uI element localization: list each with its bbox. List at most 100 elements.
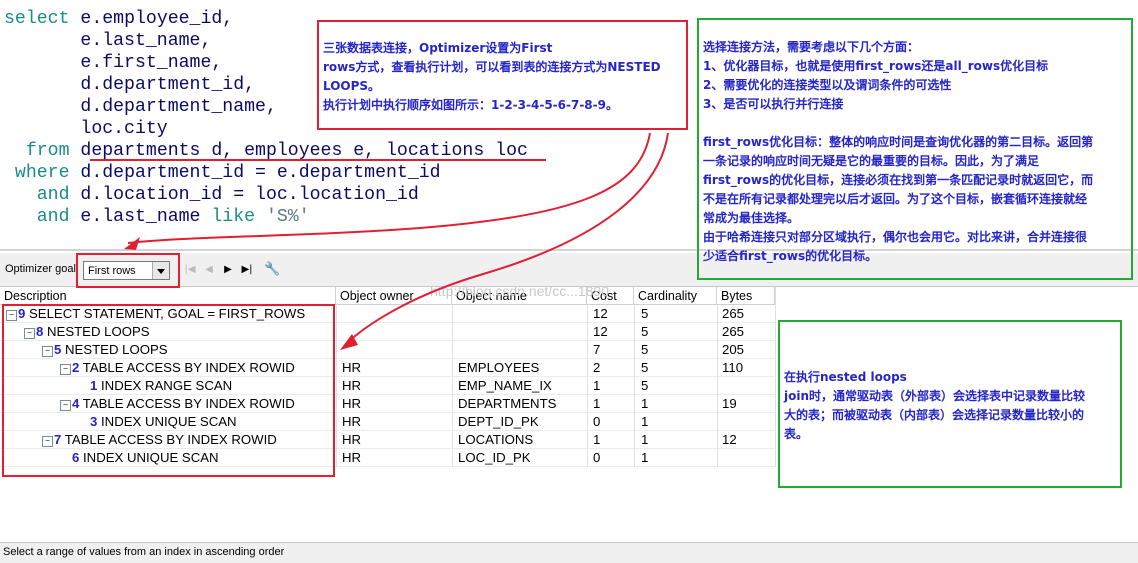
note-line: 3、是否可以执行并行连接: [703, 97, 844, 111]
cost-cell: 1: [593, 378, 601, 393]
cost-cell: 12: [593, 324, 608, 339]
sql-line[interactable]: where d.department_id = e.department_id: [4, 162, 528, 184]
last-icon[interactable]: ▶|: [240, 263, 254, 277]
bytes-cell: 110: [722, 360, 744, 375]
sql-text: d.department_name,: [4, 97, 277, 117]
sql-text: d.department_id = e.department_id: [69, 163, 441, 183]
plan-step-description: −2 TABLE ACCESS BY INDEX ROWID: [60, 360, 295, 375]
first-icon[interactable]: |◀: [183, 263, 197, 277]
note-line: 大的表；而被驱动表（内部表）会选择记录数量比较小的: [784, 408, 1085, 422]
cardinality-cell: 1: [641, 396, 649, 411]
status-bar: Select a range of values from an index i…: [0, 542, 1138, 563]
table-row[interactable]: −2 TABLE ACCESS BY INDEX ROWID HR EMPLOYEE…: [0, 359, 775, 377]
sql-text: e.first_name,: [4, 53, 223, 73]
operation: INDEX UNIQUE SCAN: [79, 450, 219, 465]
cardinality-cell: 5: [641, 342, 649, 357]
plan-step-description: −8 NESTED LOOPS: [24, 324, 150, 339]
object-owner-cell: HR: [342, 378, 362, 393]
collapse-icon[interactable]: −: [42, 436, 53, 447]
operation: TABLE ACCESS BY INDEX ROWID: [79, 360, 295, 375]
cardinality-cell: 1: [641, 450, 649, 465]
sql-text: loc.city: [4, 119, 168, 139]
sql-text: departments d, employees e, locations lo…: [69, 141, 528, 161]
note-line: first_rows优化目标：整体的响应时间是查询优化器的第二目标。返回第: [703, 135, 1094, 149]
note-line: rows方式，查看执行计划，可以看到表的连接方式为NESTED: [323, 60, 661, 74]
cardinality-cell: 5: [641, 306, 649, 321]
method-note: 选择连接方法，需要考虑以下几个方面： 1、优化器目标，也就是使用first_row…: [697, 18, 1133, 280]
object-owner-cell: HR: [342, 414, 362, 429]
bytes-cell: 19: [722, 396, 737, 411]
cardinality-cell: 5: [641, 378, 649, 393]
object-name-cell: LOCATIONS: [458, 432, 534, 447]
table-row[interactable]: −4 TABLE ACCESS BY INDEX ROWID HR DEPARTME…: [0, 395, 775, 413]
sql-line[interactable]: and e.last_name like 'S%': [4, 206, 528, 228]
bytes-cell: 12: [722, 432, 737, 447]
operation: TABLE ACCESS BY INDEX ROWID: [79, 396, 295, 411]
col-header-cardinality[interactable]: Cardinality: [634, 287, 717, 305]
prev-icon[interactable]: ◀: [202, 263, 216, 277]
collapse-icon[interactable]: −: [42, 346, 53, 357]
sql-keyword: select: [4, 9, 70, 29]
plan-step-description: 3 INDEX UNIQUE SCAN: [78, 414, 237, 429]
col-header-bytes[interactable]: Bytes: [717, 287, 775, 305]
note-line: LOOPS。: [323, 79, 381, 93]
object-name-cell: DEPARTMENTS: [458, 396, 557, 411]
sql-line[interactable]: from departments d, employees e, locatio…: [4, 140, 528, 162]
chevron-down-icon[interactable]: [152, 262, 169, 279]
bytes-cell: 205: [722, 342, 745, 357]
cost-cell: 0: [593, 414, 601, 429]
sql-string: 'S%': [255, 207, 310, 227]
table-row[interactable]: −5 NESTED LOOPS 7 5 205: [0, 341, 775, 359]
note-line: 三张数据表连接，Optimizer设置为First: [323, 41, 553, 55]
sql-text: d.department_id,: [4, 75, 256, 95]
join-note: 三张数据表连接，Optimizer设置为First rows方式，查看执行计划，可…: [317, 20, 688, 130]
status-text: Select a range of values from an index i…: [3, 546, 285, 558]
table-row[interactable]: 6 INDEX UNIQUE SCAN HR LOC_ID_PK 0 1: [0, 449, 775, 467]
sql-keyword: and: [4, 185, 70, 205]
cardinality-cell: 1: [641, 414, 649, 429]
cost-cell: 12: [593, 306, 608, 321]
sql-keyword: where: [4, 163, 70, 183]
cost-cell: 1: [593, 432, 601, 447]
sql-keyword: from: [4, 141, 70, 161]
cardinality-cell: 5: [641, 324, 649, 339]
collapse-icon[interactable]: −: [24, 328, 35, 339]
note-line: 在执行nested loops: [784, 370, 907, 384]
note-line: join时，通常驱动表（外部表）会选择表中记录数量比较: [784, 389, 1086, 403]
operation: NESTED LOOPS: [61, 342, 168, 357]
note-line: 执行计划中执行顺序如图所示：1-2-3-4-5-6-7-8-9。: [323, 98, 618, 112]
sql-text: e.last_name: [69, 207, 212, 227]
watermark: http://blog.csdn.net/cc...1890: [430, 283, 610, 299]
col-header-description[interactable]: Description: [0, 287, 336, 305]
object-owner-cell: HR: [342, 432, 362, 447]
optimizer-goal-label: Optimizer goal: [5, 263, 76, 275]
table-row[interactable]: −8 NESTED LOOPS 12 5 265: [0, 323, 775, 341]
plan-step-description: −4 TABLE ACCESS BY INDEX ROWID: [60, 396, 295, 411]
operation: TABLE ACCESS BY INDEX ROWID: [61, 432, 277, 447]
table-row[interactable]: −7 TABLE ACCESS BY INDEX ROWID HR LOCATION…: [0, 431, 775, 449]
collapse-icon[interactable]: −: [60, 364, 71, 375]
collapse-icon[interactable]: −: [6, 310, 17, 321]
sql-keyword: and: [4, 207, 70, 227]
next-icon[interactable]: ▶: [221, 263, 235, 277]
operation: INDEX UNIQUE SCAN: [97, 414, 237, 429]
optimizer-goal-select[interactable]: First rows: [83, 261, 170, 280]
note-line: [703, 114, 1127, 133]
object-name-cell: EMPLOYEES: [458, 360, 540, 375]
table-row[interactable]: −9 SELECT STATEMENT, GOAL = FIRST_ROWS 12…: [0, 305, 775, 323]
collapse-icon[interactable]: −: [60, 400, 71, 411]
sql-line[interactable]: and d.location_id = loc.location_id: [4, 184, 528, 206]
bytes-cell: 265: [722, 324, 745, 339]
nested-loops-note: 在执行nested loops join时，通常驱动表（外部表）会选择表中记录数量…: [778, 320, 1122, 488]
cost-cell: 7: [593, 342, 601, 357]
object-owner-cell: HR: [342, 360, 362, 375]
table-row[interactable]: 3 INDEX UNIQUE SCAN HR DEPT_ID_PK 0 1: [0, 413, 775, 431]
cardinality-cell: 5: [641, 360, 649, 375]
plan-step-description: −9 SELECT STATEMENT, GOAL = FIRST_ROWS: [6, 306, 305, 321]
table-row[interactable]: 1 INDEX RANGE SCAN HR EMP_NAME_IX 1 5: [0, 377, 775, 395]
note-line: 一条记录的响应时间无疑是它的最重要的目标。因此，为了满足: [703, 154, 1040, 168]
wrench-icon[interactable]: 🔧: [264, 263, 280, 277]
plan-step-description: −7 TABLE ACCESS BY INDEX ROWID: [42, 432, 277, 447]
object-name-cell: DEPT_ID_PK: [458, 414, 539, 429]
cardinality-cell: 1: [641, 432, 649, 447]
